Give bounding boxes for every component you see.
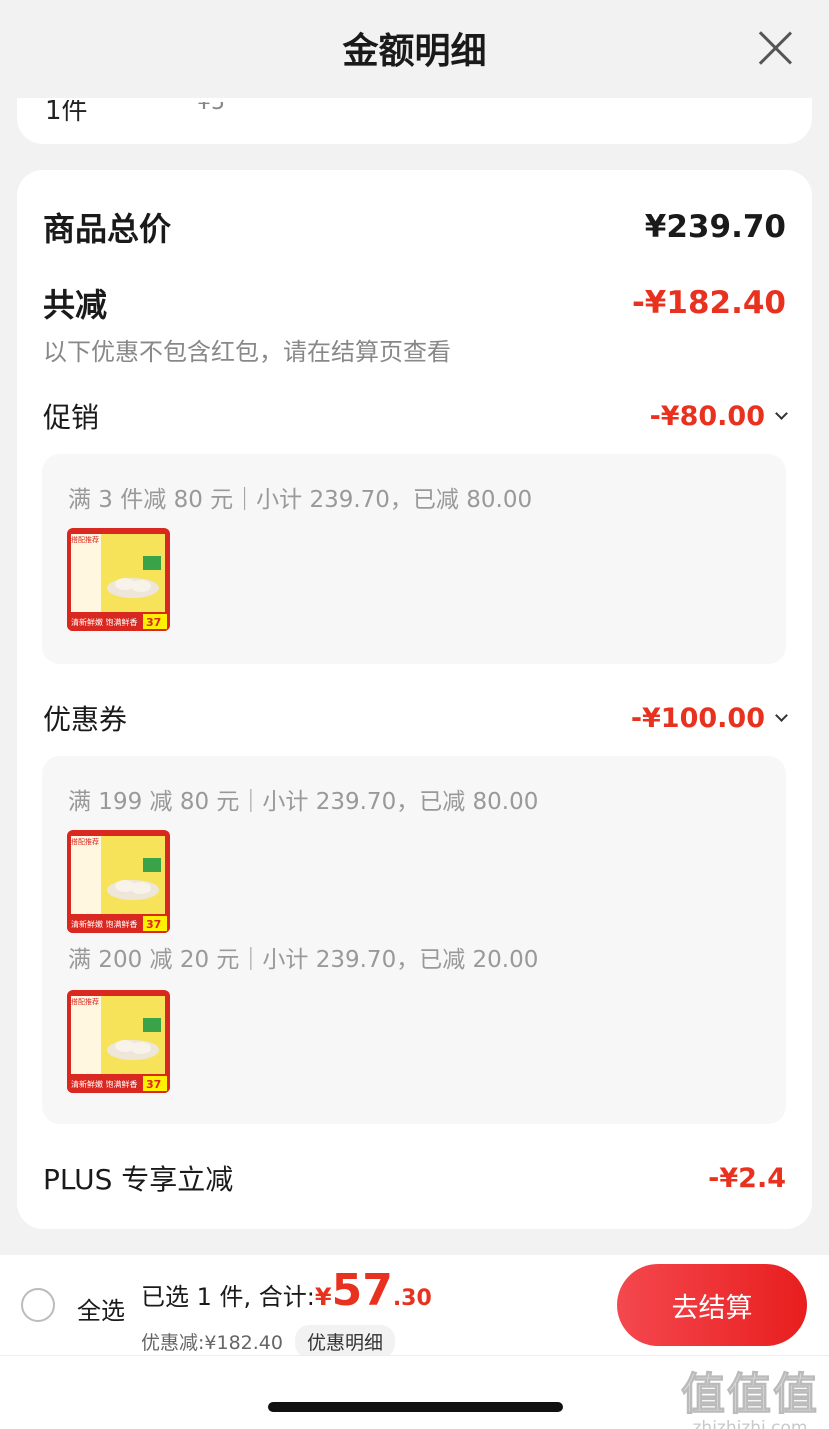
watermark-logo: 值值值 [681, 1369, 819, 1421]
reduce-value: -¥182.40 [631, 285, 786, 321]
coupon-row[interactable]: 优惠券 -¥100.00 [43, 698, 788, 738]
coupon-rule-line: 满 200 减 20 元｜小计 239.70，已减 20.00 [68, 947, 539, 973]
plus-value: -¥2.4 [708, 1162, 786, 1194]
thumb-price: 37 [146, 1078, 161, 1091]
reduce-label: 共减 [43, 286, 108, 324]
coupon-detail-box: 满 199 减 80 元｜小计 239.70，已减 80.00 搭配推荐 清新鲜… [42, 756, 786, 1124]
home-indicator [268, 1402, 563, 1412]
plus-label: PLUS 专享立减 [43, 1163, 234, 1196]
discount-detail-tag[interactable]: 优惠明细 [294, 1325, 395, 1358]
thumb-price: 37 [146, 918, 161, 931]
coupon-label: 优惠券 [43, 703, 128, 736]
select-all-radio[interactable] [21, 1288, 55, 1322]
thumb-top-label: 搭配推荐 [71, 997, 99, 1006]
discount-text: 优惠减:¥182.40 [141, 1332, 283, 1354]
thumb-bottom-label: 清新鲜嫩 饱满鲜香 [71, 919, 138, 929]
page-title: 金额明细 [342, 31, 487, 72]
total-currency: ¥ [314, 1283, 332, 1311]
coupon-value: -¥100.00 [630, 702, 765, 734]
product-thumbnail[interactable]: 搭配推荐 清新鲜嫩 饱满鲜香 37 [67, 830, 170, 933]
total-value: ¥239.70 [644, 209, 786, 245]
chevron-down-icon[interactable] [775, 708, 788, 722]
plus-row: PLUS 专享立减 -¥2.4 [43, 1158, 786, 1198]
select-all-label[interactable]: 全选 [77, 1291, 125, 1326]
checkout-bar: 全选 已选 1 件, 合计: ¥ 57 .30 优惠减:¥182.40 优惠明细… [0, 1255, 829, 1358]
sheet-header: 金额明细 [0, 0, 829, 98]
promotion-detail-box: 满 3 件减 80 元｜小计 239.70，已减 80.00 搭配推荐 清新鲜嫩… [42, 454, 786, 664]
watermark-domain: zhizhizhi.com [692, 1418, 808, 1429]
promotion-row[interactable]: 促销 -¥80.00 [43, 396, 788, 436]
reduce-row: 共减 -¥182.40 [43, 280, 786, 326]
thumb-top-label: 搭配推荐 [71, 535, 99, 544]
total-row: 商品总价 ¥239.70 [43, 204, 786, 250]
total-label: 商品总价 [43, 210, 172, 248]
amount-detail-sheet: 1件 ¥5 金额明细 商品总价 ¥239.70 共减 -¥182.40 以下优惠… [0, 0, 829, 1255]
checkout-button[interactable]: 去结算 [617, 1264, 807, 1346]
total-amount-integer: 57 [331, 1265, 393, 1316]
bottom-safe-area: 值值值 zhizhizhi.com [0, 1355, 829, 1429]
close-icon[interactable] [755, 28, 795, 68]
discount-summary: 优惠减:¥182.40 优惠明细 [141, 1325, 395, 1358]
selected-summary: 已选 1 件, 合计: ¥ 57 .30 [141, 1269, 432, 1313]
chevron-down-icon[interactable] [775, 406, 788, 420]
thumb-bottom-label: 清新鲜嫩 饱满鲜香 [71, 1079, 138, 1089]
promotion-value: -¥80.00 [649, 400, 765, 432]
product-thumbnail[interactable]: 搭配推荐 清新鲜嫩 饱满鲜香 37 [67, 528, 170, 631]
total-amount-decimal: .30 [392, 1286, 432, 1311]
discount-hint: 以下优惠不包含红包，请在结算页查看 [43, 338, 451, 366]
selected-text: 已选 1 件, 合计: [141, 1283, 315, 1311]
promotion-label: 促销 [43, 401, 100, 434]
detail-card: 商品总价 ¥239.70 共减 -¥182.40 以下优惠不包含红包，请在结算页… [17, 170, 812, 1229]
watermark: 值值值 zhizhizhi.com [681, 1358, 819, 1429]
thumb-top-label: 搭配推荐 [71, 837, 99, 846]
thumb-price: 37 [146, 616, 161, 629]
coupon-rule-line: 满 199 减 80 元｜小计 239.70，已减 80.00 [68, 789, 539, 815]
product-thumbnail[interactable]: 搭配推荐 清新鲜嫩 饱满鲜香 37 [67, 990, 170, 1093]
thumb-bottom-label: 清新鲜嫩 饱满鲜香 [71, 617, 138, 627]
promotion-rule-line: 满 3 件减 80 元｜小计 239.70，已减 80.00 [68, 487, 533, 513]
